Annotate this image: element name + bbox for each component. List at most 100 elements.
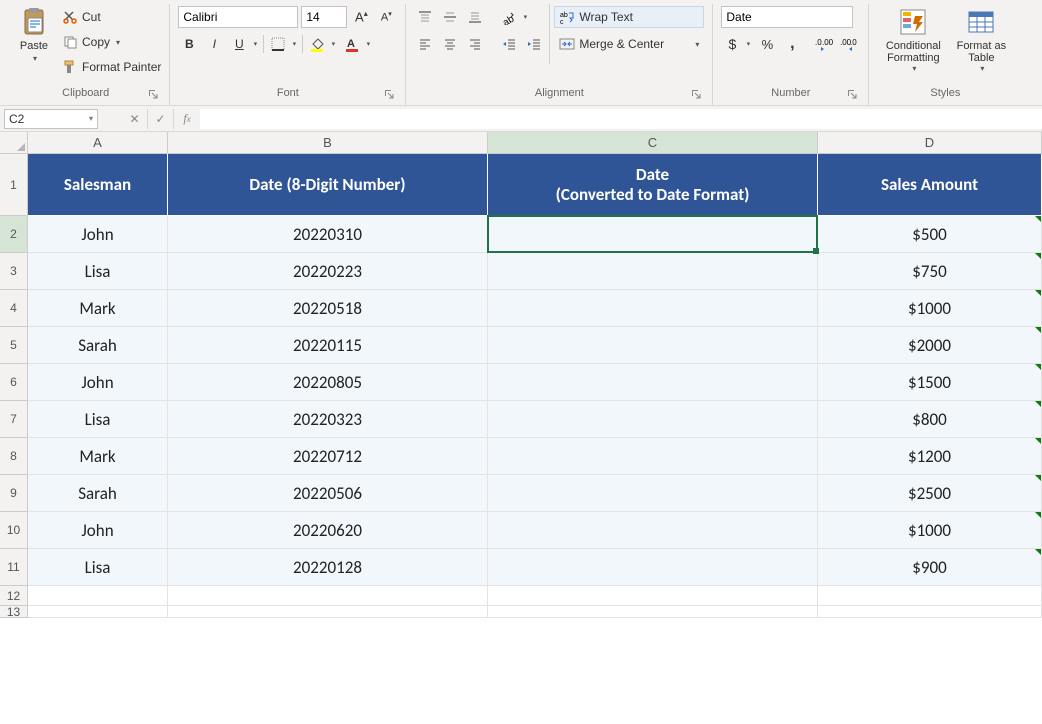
row-header-10[interactable]: 10 (0, 512, 28, 549)
cell-C8[interactable] (488, 438, 818, 475)
underline-dropdown[interactable]: ▾ (250, 33, 260, 55)
cell-B8[interactable]: 20220712 (168, 438, 488, 475)
cell-C5[interactable] (488, 327, 818, 364)
decrease-indent-button[interactable] (498, 33, 520, 55)
increase-indent-button[interactable] (523, 33, 545, 55)
border-dropdown[interactable]: ▾ (289, 33, 299, 55)
cell-C6[interactable] (488, 364, 818, 401)
cell-B6[interactable]: 20220805 (168, 364, 488, 401)
cell[interactable] (488, 606, 818, 618)
clipboard-launcher[interactable] (147, 88, 159, 100)
cell-A3[interactable]: Lisa (28, 253, 168, 290)
number-format-select[interactable] (721, 6, 853, 28)
col-header-A[interactable]: A (28, 132, 168, 154)
shrink-font-button[interactable]: A▾ (375, 6, 397, 28)
underline-button[interactable]: U (228, 33, 250, 55)
font-launcher[interactable] (383, 88, 395, 100)
cell-A2[interactable]: John (28, 216, 168, 253)
cell-D7[interactable]: $800 (818, 401, 1042, 438)
paste-button[interactable]: Paste▾ (10, 4, 58, 67)
cell-B5[interactable]: 20220115 (168, 327, 488, 364)
cell-C4[interactable] (488, 290, 818, 327)
header-date-8digit[interactable]: Date (8-Digit Number) (168, 154, 488, 216)
cut-button[interactable]: Cut (62, 6, 161, 28)
cell-A8[interactable]: Mark (28, 438, 168, 475)
font-color-dropdown[interactable]: ▾ (363, 33, 373, 55)
cell-C7[interactable] (488, 401, 818, 438)
row-header-11[interactable]: 11 (0, 549, 28, 586)
currency-dropdown[interactable]: ▾ (743, 33, 753, 55)
italic-button[interactable]: I (203, 33, 225, 55)
cell-B11[interactable]: 20220128 (168, 549, 488, 586)
font-size-select[interactable] (301, 6, 347, 28)
col-header-C[interactable]: C (488, 132, 818, 154)
cell-D3[interactable]: $750 (818, 253, 1042, 290)
font-name-select[interactable] (178, 6, 298, 28)
cell-C3[interactable] (488, 253, 818, 290)
cell-B4[interactable]: 20220518 (168, 290, 488, 327)
cell-A7[interactable]: Lisa (28, 401, 168, 438)
decrease-decimal-button[interactable]: .00.0 (838, 33, 860, 55)
formula-input[interactable] (200, 109, 1042, 129)
enter-formula-button[interactable]: ✓ (148, 109, 174, 129)
cell[interactable] (28, 586, 168, 606)
cell-D11[interactable]: $900 (818, 549, 1042, 586)
row-header-2[interactable]: 2 (0, 216, 28, 253)
currency-button[interactable]: $ (721, 33, 743, 55)
cell-D6[interactable]: $1500 (818, 364, 1042, 401)
row-header-1[interactable]: 1 (0, 154, 28, 216)
cell-D5[interactable]: $2000 (818, 327, 1042, 364)
cell-A11[interactable]: Lisa (28, 549, 168, 586)
cell-A9[interactable]: Sarah (28, 475, 168, 512)
header-sales-amount[interactable]: Sales Amount (818, 154, 1042, 216)
grow-font-button[interactable]: A▴ (350, 6, 372, 28)
cell[interactable] (818, 586, 1042, 606)
cell-B7[interactable]: 20220323 (168, 401, 488, 438)
align-middle-button[interactable] (439, 6, 461, 28)
merge-center-button[interactable]: Merge & Center ▾ (554, 33, 704, 55)
cell[interactable] (168, 586, 488, 606)
row-header-5[interactable]: 5 (0, 327, 28, 364)
select-all-corner[interactable] (0, 132, 28, 154)
cell-C2[interactable] (488, 216, 818, 253)
name-box[interactable]: C2▾ (4, 109, 98, 129)
cell[interactable] (168, 606, 488, 618)
cell-B9[interactable]: 20220506 (168, 475, 488, 512)
cell-A5[interactable]: Sarah (28, 327, 168, 364)
comma-button[interactable]: , (781, 33, 803, 55)
row-header-7[interactable]: 7 (0, 401, 28, 438)
row-header-3[interactable]: 3 (0, 253, 28, 290)
cell-A6[interactable]: John (28, 364, 168, 401)
border-button[interactable] (267, 33, 289, 55)
cancel-formula-button[interactable]: ✕ (122, 109, 148, 129)
bold-button[interactable]: B (178, 33, 200, 55)
cell-D8[interactable]: $1200 (818, 438, 1042, 475)
row-header-12[interactable]: 12 (0, 586, 28, 606)
header-salesman[interactable]: Salesman (28, 154, 168, 216)
percent-button[interactable]: % (756, 33, 778, 55)
row-header-8[interactable]: 8 (0, 438, 28, 475)
cell-C9[interactable] (488, 475, 818, 512)
fill-color-dropdown[interactable]: ▾ (328, 33, 338, 55)
align-center-button[interactable] (439, 33, 461, 55)
row-header-6[interactable]: 6 (0, 364, 28, 401)
format-painter-button[interactable]: Format Painter (62, 56, 161, 78)
wrap-text-button[interactable]: abc Wrap Text (554, 6, 704, 28)
align-left-button[interactable] (414, 33, 436, 55)
cell-A10[interactable]: John (28, 512, 168, 549)
align-right-button[interactable] (464, 33, 486, 55)
header-date-converted[interactable]: Date (Converted to Date Format) (488, 154, 818, 216)
align-top-button[interactable] (414, 6, 436, 28)
insert-function-button[interactable]: fx (174, 109, 200, 129)
cell-D2[interactable]: $500 (818, 216, 1042, 253)
cell[interactable] (488, 586, 818, 606)
alignment-launcher[interactable] (690, 88, 702, 100)
format-as-table-button[interactable]: Format as Table▾ (949, 4, 1013, 75)
col-header-B[interactable]: B (168, 132, 488, 154)
col-header-D[interactable]: D (818, 132, 1042, 154)
conditional-formatting-button[interactable]: Conditional Formatting▾ (877, 4, 949, 75)
fill-color-button[interactable] (306, 33, 328, 55)
cell-D9[interactable]: $2500 (818, 475, 1042, 512)
row-header-9[interactable]: 9 (0, 475, 28, 512)
cell-A4[interactable]: Mark (28, 290, 168, 327)
